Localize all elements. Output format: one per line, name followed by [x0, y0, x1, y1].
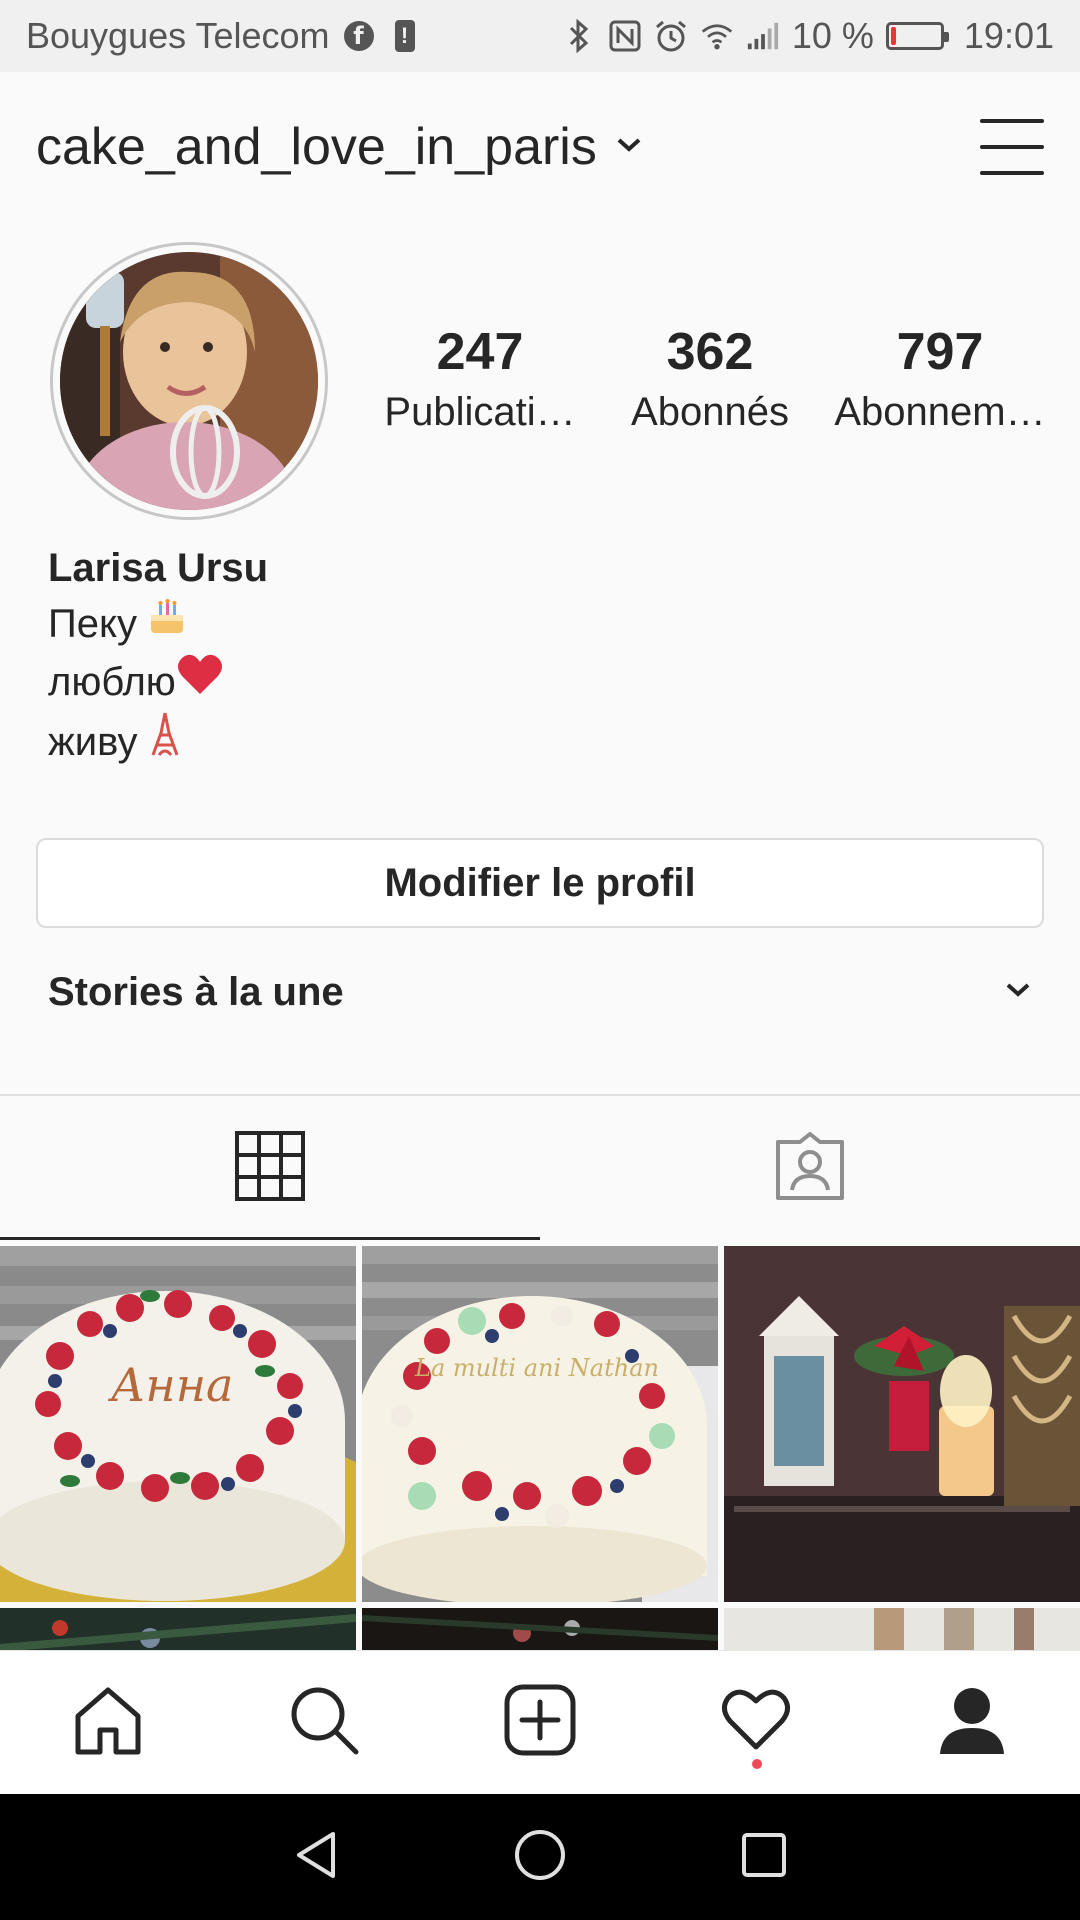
battery-icon [885, 22, 949, 50]
profile-bio: Larisa Ursu Пеку люблю живу [48, 540, 1028, 772]
home-circle-icon[interactable] [513, 1828, 567, 1887]
nav-search[interactable] [264, 1663, 384, 1783]
bio-text: живу [48, 719, 138, 764]
nav-new-post[interactable] [480, 1663, 600, 1783]
post-caption-text: Анна [108, 1358, 234, 1412]
stat-value: 362 [666, 323, 754, 381]
nav-activity[interactable] [696, 1663, 816, 1783]
red-heart-emoji [176, 652, 224, 711]
post-thumbnail[interactable] [0, 1608, 356, 1650]
home-icon [72, 1684, 144, 1761]
system-navigation-bar [0, 1794, 1080, 1920]
birthday-cake-emoji [147, 596, 187, 652]
eiffel-tower-emoji [147, 711, 183, 772]
display-name: Larisa Ursu [48, 546, 269, 590]
post-thumbnail[interactable] [724, 1608, 1080, 1650]
nfc-icon [608, 19, 642, 53]
notification-dot [752, 1758, 762, 1769]
bio-line: живу [48, 711, 1028, 772]
post-thumbnail[interactable]: La multi ani Nathan [362, 1246, 718, 1602]
post-thumbnail[interactable] [362, 1608, 718, 1650]
bluetooth-icon [562, 19, 596, 53]
stat-value: 247 [436, 323, 524, 381]
profile-photo [60, 252, 318, 510]
wifi-icon [700, 19, 734, 53]
new-post-icon [504, 1684, 576, 1761]
bio-text: Пеку [48, 602, 137, 646]
tab-tagged[interactable] [540, 1096, 1080, 1240]
search-icon [288, 1684, 360, 1761]
facebook-icon: f [342, 19, 376, 53]
username: cake_and_love_in_paris [36, 118, 597, 176]
profile-icon [936, 1684, 1008, 1761]
bottom-navigation [0, 1650, 1080, 1794]
bio-text: люблю [48, 659, 176, 704]
tagged-icon [774, 1130, 846, 1207]
signal-icon [746, 19, 780, 53]
back-icon[interactable] [289, 1828, 343, 1887]
bio-line: люблю [48, 652, 1028, 711]
grid-icon [234, 1130, 306, 1207]
chevron-down-icon [615, 136, 643, 159]
profile-tabs [0, 1096, 1080, 1240]
stat-label: Abonnem… [834, 390, 1046, 434]
post-thumbnail[interactable] [724, 1246, 1080, 1602]
nav-home[interactable] [48, 1663, 168, 1783]
avatar[interactable] [50, 242, 328, 520]
edit-profile-button[interactable]: Modifier le profil [36, 838, 1044, 928]
activity-heart-icon [720, 1687, 792, 1758]
post-caption-text: La multi ani Nathan [414, 1354, 659, 1382]
clock: 19:01 [963, 15, 1054, 56]
bio-line: Пеку [48, 596, 1028, 652]
profile-header: cake_and_love_in_paris [0, 72, 1080, 222]
recents-icon[interactable] [737, 1828, 791, 1887]
stat-value: 797 [896, 323, 984, 381]
tab-grid[interactable] [0, 1096, 540, 1240]
battery-percent: 10 % [791, 15, 874, 56]
post-thumbnail[interactable]: Анна [0, 1246, 356, 1602]
menu-icon[interactable] [980, 119, 1044, 175]
stat-label: Publicati… [384, 390, 576, 434]
chevron-down-icon [1004, 981, 1032, 1004]
profile-stats: 247 Publicati… 362 Abonnés 797 Abonnem… [370, 320, 1050, 440]
story-highlights-title: Stories à la une [48, 969, 344, 1014]
carrier-name: Bouygues Telecom [26, 15, 330, 56]
stat-label: Abonnés [631, 390, 789, 434]
status-bar: Bouygues Telecom f ! 10 % 19:01 [0, 0, 1080, 72]
alarm-icon [654, 19, 688, 53]
story-highlights-toggle[interactable]: Stories à la une [48, 960, 1032, 1024]
account-switcher[interactable]: cake_and_love_in_paris [36, 117, 643, 177]
alert-icon: ! [388, 19, 422, 53]
stat-followers[interactable]: 362 Abonnés [600, 320, 820, 440]
nav-profile[interactable] [912, 1663, 1032, 1783]
stat-following[interactable]: 797 Abonnem… [830, 320, 1050, 440]
stat-posts[interactable]: 247 Publicati… [370, 320, 590, 440]
post-grid: Анна La multi ani Nathan [0, 1246, 1080, 1650]
